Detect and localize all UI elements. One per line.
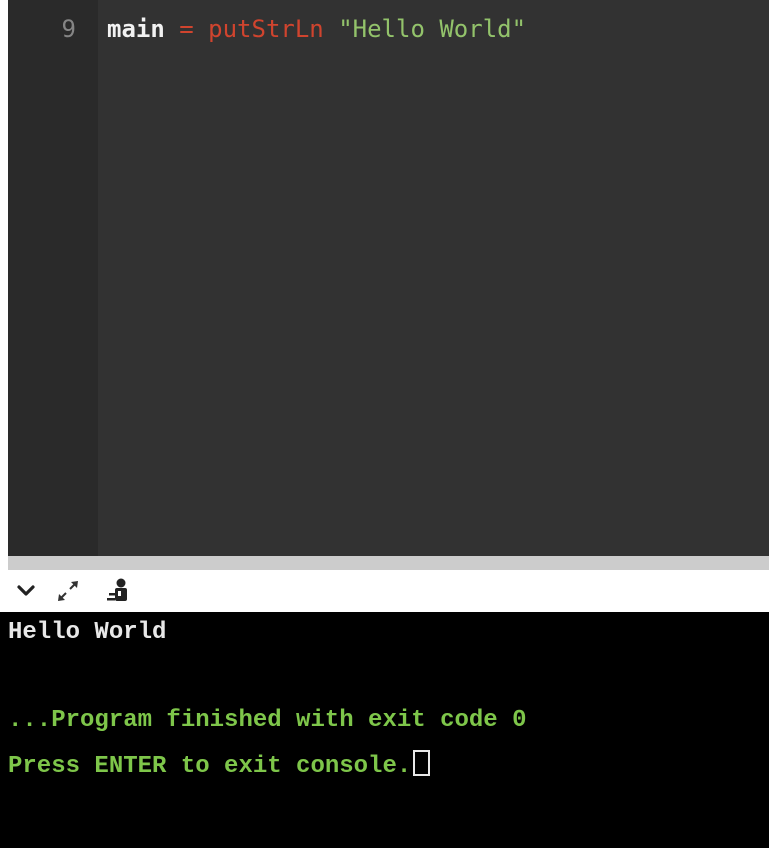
code-token-string: "Hello World" bbox=[338, 15, 527, 43]
expand-icon bbox=[58, 581, 78, 601]
code-editor[interactable]: 9 main = putStrLn "Hello World" bbox=[8, 0, 769, 556]
line-number-gutter: 9 bbox=[8, 0, 98, 556]
console-prompt-text: Press ENTER to exit console. bbox=[8, 753, 412, 780]
code-token-function: putStrLn bbox=[208, 15, 324, 43]
panel-splitter[interactable] bbox=[8, 556, 769, 570]
line-number: 9 bbox=[61, 15, 76, 43]
expand-console-button[interactable] bbox=[52, 576, 84, 606]
code-token-operator: = bbox=[164, 15, 209, 43]
debug-user-icon bbox=[107, 578, 127, 601]
chevron-down-icon bbox=[17, 585, 35, 596]
code-line[interactable]: main = putStrLn "Hello World" bbox=[107, 14, 526, 44]
console-toolbar bbox=[8, 570, 769, 612]
console-cursor[interactable] bbox=[413, 750, 431, 776]
debug-user-button[interactable] bbox=[102, 576, 134, 606]
console-exit-message: ...Program finished with exit code 0 bbox=[8, 707, 527, 734]
collapse-console-button[interactable] bbox=[10, 576, 42, 606]
console-output[interactable]: Hello World ...Program finished with exi… bbox=[0, 612, 769, 848]
console-output-line: Hello World bbox=[8, 619, 167, 646]
code-token-identifier: main bbox=[107, 15, 165, 43]
console-prompt-line: Press ENTER to exit console. bbox=[8, 750, 431, 782]
